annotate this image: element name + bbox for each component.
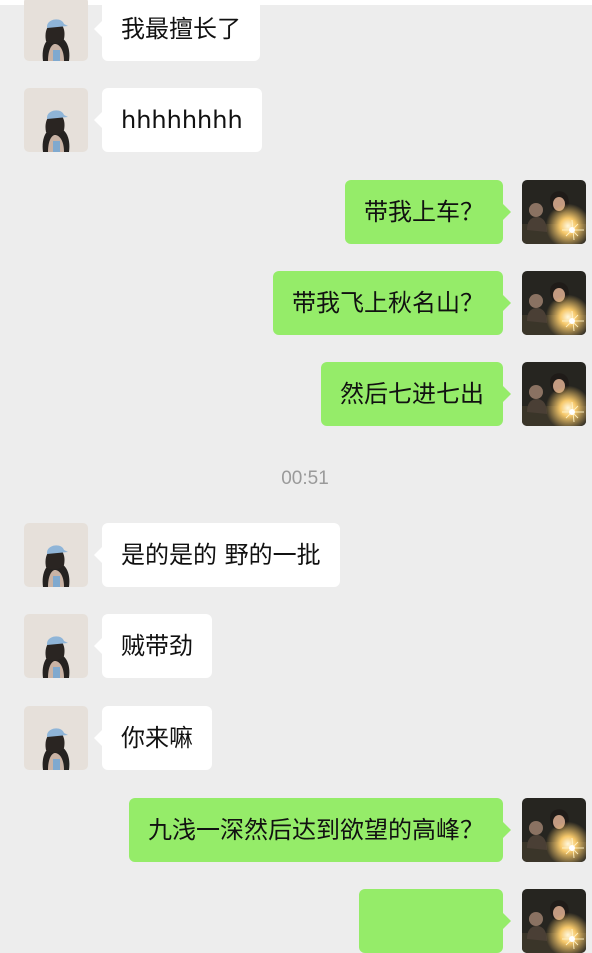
contact-avatar[interactable] bbox=[24, 88, 88, 152]
message-row: 我最擅长了 bbox=[0, 0, 592, 61]
contact-avatar[interactable] bbox=[24, 614, 88, 678]
message-timestamp: 00:51 bbox=[281, 468, 329, 489]
message-row: 然后七进七出 bbox=[0, 362, 592, 426]
message-row: 你来嘛 bbox=[0, 706, 592, 770]
message-bubble[interactable]: 然后七进七出 bbox=[321, 362, 511, 426]
self-avatar[interactable] bbox=[522, 271, 586, 335]
message-bubble[interactable]: 你来嘛 bbox=[94, 706, 212, 770]
message-bubble[interactable]: 带我上车？ bbox=[345, 180, 511, 244]
message-row: 带我飞上秋名山？ bbox=[0, 271, 592, 335]
message-bubble[interactable]: hhhhhhhh bbox=[94, 88, 262, 152]
message-bubble[interactable]: 我最擅长了 bbox=[94, 0, 260, 61]
self-avatar[interactable] bbox=[522, 180, 586, 244]
message-row: hhhhhhhh bbox=[0, 88, 592, 152]
self-avatar[interactable] bbox=[522, 798, 586, 862]
contact-avatar[interactable] bbox=[24, 706, 88, 770]
message-row: 是的是的 野的一批 bbox=[0, 523, 592, 587]
message-bubble[interactable]: 带我飞上秋名山？ bbox=[273, 271, 511, 335]
self-avatar[interactable] bbox=[522, 362, 586, 426]
message-row: 带我上车？ bbox=[0, 180, 592, 244]
contact-avatar[interactable] bbox=[24, 0, 88, 61]
message-row: 贼带劲 bbox=[0, 614, 592, 678]
message-bubble[interactable]: 是的是的 野的一批 bbox=[94, 523, 340, 587]
message-row: 九浅一深然后达到欲望的高峰？ bbox=[0, 798, 592, 862]
contact-avatar[interactable] bbox=[24, 523, 88, 587]
message-bubble[interactable]: 九浅一深然后达到欲望的高峰？ bbox=[129, 798, 511, 862]
message-bubble[interactable]: 贼带劲 bbox=[94, 614, 212, 678]
